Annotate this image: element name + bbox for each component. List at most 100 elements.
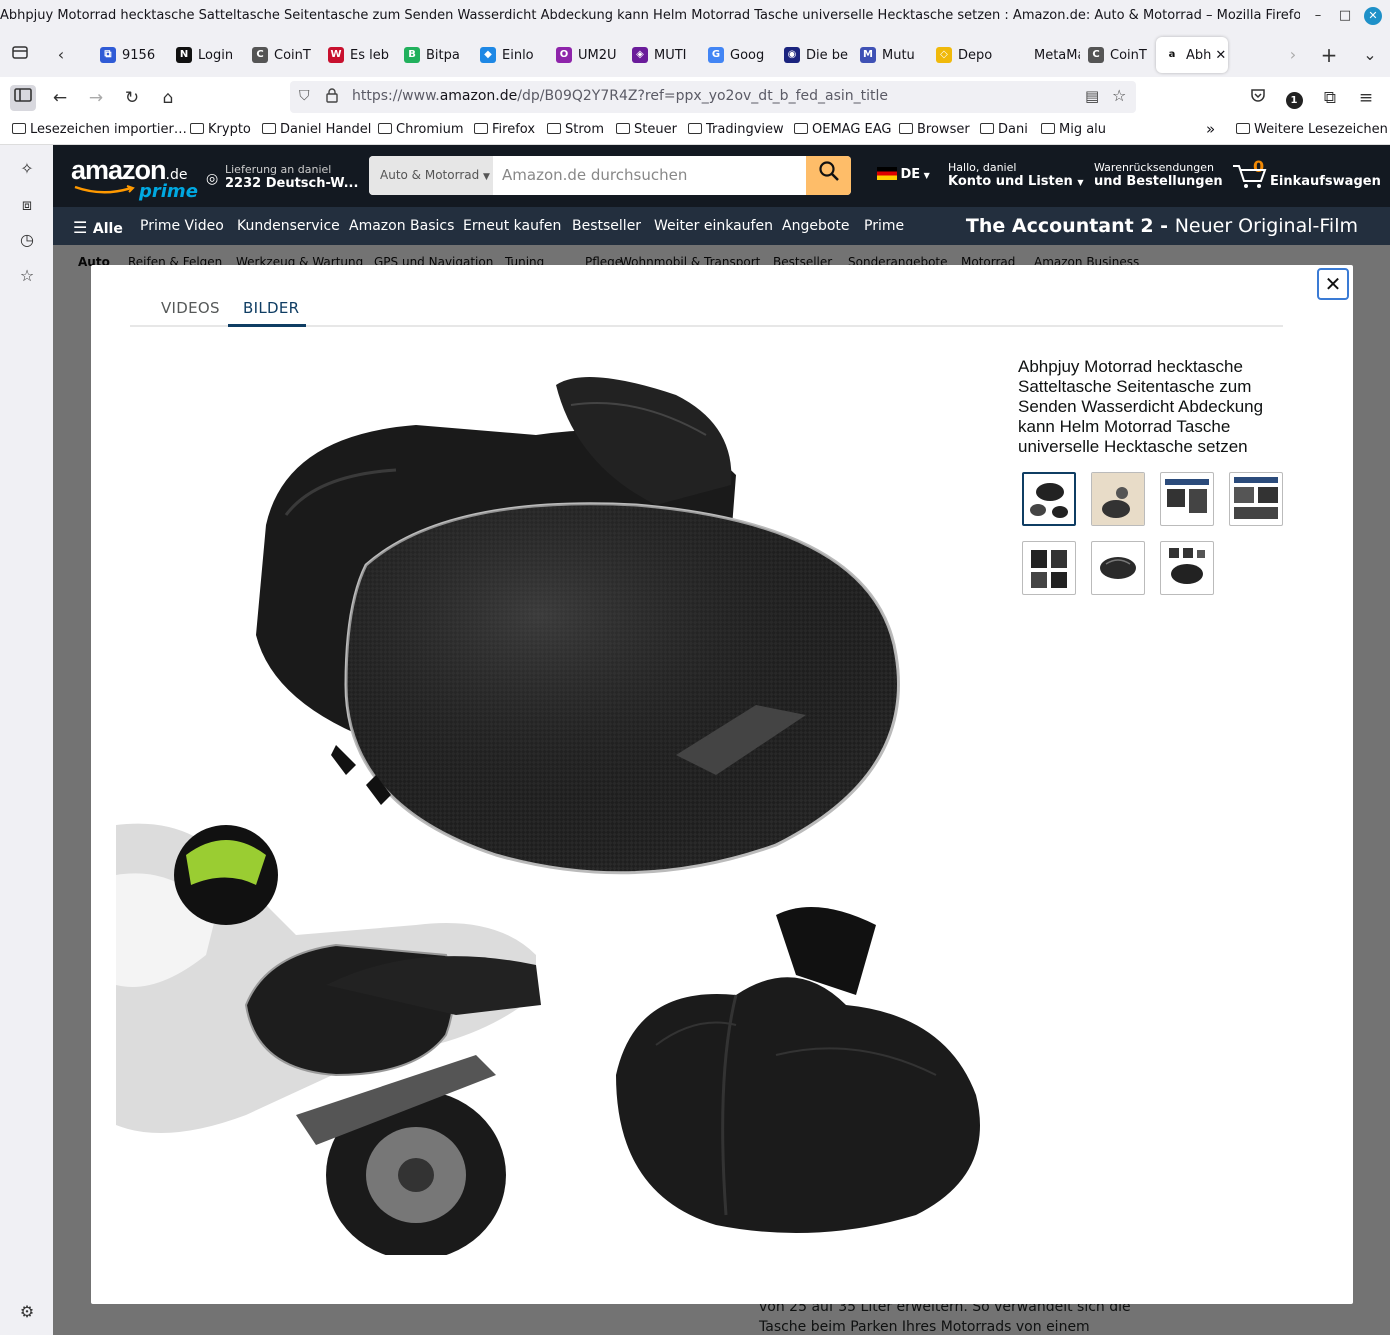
lock-icon[interactable] <box>325 87 339 107</box>
amazon-nav-item[interactable]: Bestseller <box>572 218 641 234</box>
tab-label: UM2U <box>578 47 617 63</box>
menu-icon[interactable]: ≡ <box>1353 85 1379 111</box>
bookmark-item[interactable]: Dani <box>980 122 1028 137</box>
modal-close-button[interactable]: ✕ <box>1317 268 1349 300</box>
promo-banner[interactable]: The Accountant 2 - Neuer Original-Film <box>966 215 1358 237</box>
delivery-location[interactable]: Lieferung an daniel 2232 Deutsch-W... <box>225 163 358 191</box>
tab-favicon-icon: C <box>252 47 268 63</box>
bookmark-star-icon[interactable]: ☆ <box>1112 86 1126 105</box>
thumbnail-7[interactable] <box>1160 541 1214 595</box>
tab-1[interactable]: ⧉ 9156 <box>92 37 168 73</box>
thumbnail-3[interactable] <box>1160 472 1214 526</box>
close-tab-icon[interactable]: ✕ <box>1215 48 1226 63</box>
search-category-select[interactable]: Auto & Motorrad ▼ <box>369 156 493 195</box>
folder-icon <box>688 123 702 134</box>
tab-15[interactable]: a Abh ✕ <box>1156 37 1228 73</box>
bookmark-item[interactable]: Steuer <box>616 122 677 137</box>
tab-7[interactable]: O UM2U <box>548 37 624 73</box>
thumbnail-6[interactable] <box>1091 541 1145 595</box>
url-bar[interactable]: ⛉ https://www.amazon.de/dp/B09Q2Y7R4Z?re… <box>290 81 1136 113</box>
delivery-line1: Lieferung an daniel <box>225 163 332 176</box>
bookmark-item[interactable]: Daniel Handel <box>262 122 371 137</box>
more-bookmarks-chevron-icon[interactable]: » <box>1206 120 1215 138</box>
pocket-icon[interactable] <box>1245 85 1271 111</box>
sidebar-settings-icon[interactable]: ⚙ <box>15 1300 39 1324</box>
tab-videos[interactable]: VIDEOS <box>161 299 220 317</box>
bookmark-item[interactable]: Mig alu <box>1041 122 1106 137</box>
tab-5[interactable]: B Bitpa <box>396 37 472 73</box>
bookmark-item[interactable]: Krypto <box>190 122 251 137</box>
home-icon[interactable]: ⌂ <box>155 85 181 111</box>
tab-10[interactable]: ◉ Die be <box>776 37 852 73</box>
bookmark-label: Lesezeichen importier… <box>30 122 187 137</box>
returns-orders[interactable]: Warenrücksendungen und Bestellungen <box>1094 161 1223 189</box>
bookmark-item[interactable]: OEMAG EAG <box>794 122 892 137</box>
search-button[interactable] <box>806 156 851 195</box>
tab-8[interactable]: ◈ MUTI <box>624 37 700 73</box>
bookmark-item[interactable]: Chromium <box>378 122 464 137</box>
bookmark-item[interactable]: Weitere Lesezeichen <box>1236 122 1388 137</box>
reload-icon[interactable]: ↻ <box>119 85 145 111</box>
bookmark-item[interactable]: Firefox <box>474 122 535 137</box>
amazon-nav-item[interactable]: Angebote <box>782 218 850 234</box>
tab-favicon-icon: O <box>556 47 572 63</box>
ai-chatbot-icon[interactable]: ✧ <box>15 157 39 181</box>
product-title: Abhpjuy Motorrad hecktasche Satteltasche… <box>1018 357 1264 456</box>
returns-line2: und Bestellungen <box>1094 174 1223 189</box>
thumbnail-1[interactable] <box>1022 472 1076 526</box>
amazon-logo[interactable]: amazon.de prime <box>71 155 198 202</box>
tab-3[interactable]: C CoinT <box>244 37 320 73</box>
minimize-button[interactable]: – <box>1309 7 1327 25</box>
tab-6[interactable]: ◆ Einlo <box>472 37 548 73</box>
search-input[interactable]: Amazon.de durchsuchen <box>502 166 687 184</box>
tab-14[interactable]: C CoinT <box>1080 37 1156 73</box>
bookmark-item[interactable]: Browser <box>899 122 970 137</box>
extensions-icon[interactable]: ⧉ <box>1317 85 1343 111</box>
back-icon[interactable]: ← <box>47 85 73 111</box>
tab-9[interactable]: G Goog <box>700 37 776 73</box>
thumbnail-5[interactable] <box>1022 541 1076 595</box>
main-product-image[interactable] <box>116 355 1004 1255</box>
thumbnail-4[interactable] <box>1229 472 1283 526</box>
tab-12[interactable]: ◇ Depo <box>928 37 1004 73</box>
tab-11[interactable]: M Mutu <box>852 37 928 73</box>
tracking-shield-icon[interactable]: ⛉ <box>299 88 310 104</box>
language-selector[interactable]: DE ▼ <box>877 167 930 182</box>
bookmark-item[interactable]: Tradingview <box>688 122 784 137</box>
list-tabs-icon[interactable]: ⌄ <box>1358 43 1382 67</box>
image-gallery-modal: ✕ VIDEOS BILDER Abhpjuy Motorrad hecktas… <box>91 265 1353 1304</box>
maximize-button[interactable]: □ <box>1336 7 1354 25</box>
forward-icon[interactable]: → <box>83 85 109 111</box>
amazon-nav-item[interactable]: Weiter einkaufen <box>654 218 773 234</box>
amazon-nav-item[interactable]: ☰ Alle <box>73 218 123 237</box>
synced-tabs-icon[interactable]: ⧈ <box>15 193 39 217</box>
tab-overview-icon[interactable] <box>8 43 32 67</box>
amazon-nav-item[interactable]: Amazon Basics <box>349 218 454 234</box>
bookmark-item[interactable]: Lesezeichen importier… <box>12 122 187 137</box>
close-window-button[interactable]: ✕ <box>1364 7 1382 25</box>
amazon-nav-item[interactable]: Erneut kaufen <box>463 218 561 234</box>
new-tab-icon[interactable]: + <box>1317 43 1341 67</box>
scroll-tabs-right-icon[interactable]: › <box>1281 43 1305 67</box>
bookmark-label: OEMAG EAG <box>812 122 892 137</box>
tab-13[interactable]: MetaMas <box>1004 37 1080 73</box>
account-menu[interactable]: Hallo, daniel Konto und Listen ▼ <box>948 161 1084 189</box>
tab-2[interactable]: N Login <box>168 37 244 73</box>
title-bar: Abhpjuy Motorrad hecktasche Satteltasche… <box>0 0 1390 33</box>
scroll-tabs-left-icon[interactable]: ‹ <box>49 43 73 67</box>
bookmarks-icon[interactable]: ☆ <box>15 264 39 288</box>
tab-favicon-icon: M <box>860 47 876 63</box>
amazon-nav-label: Erneut kaufen <box>463 218 562 234</box>
reader-view-icon[interactable]: ▤ <box>1085 87 1099 105</box>
history-icon[interactable]: ◷ <box>15 228 39 252</box>
bookmark-item[interactable]: Strom <box>547 122 604 137</box>
amazon-nav-item[interactable]: Prime Video <box>140 218 224 234</box>
url-text: https://www.amazon.de/dp/B09Q2Y7R4Z?ref=… <box>352 88 888 104</box>
tab-4[interactable]: W Es leb <box>320 37 396 73</box>
amazon-nav-item[interactable]: Kundenservice <box>237 218 340 234</box>
amazon-nav-item[interactable]: Prime <box>864 218 904 234</box>
tab-bilder[interactable]: BILDER <box>243 299 299 317</box>
thumbnail-2[interactable] <box>1091 472 1145 526</box>
sidebar-toggle-icon[interactable] <box>10 85 36 111</box>
extension-1-icon[interactable]: 1 <box>1281 85 1307 111</box>
